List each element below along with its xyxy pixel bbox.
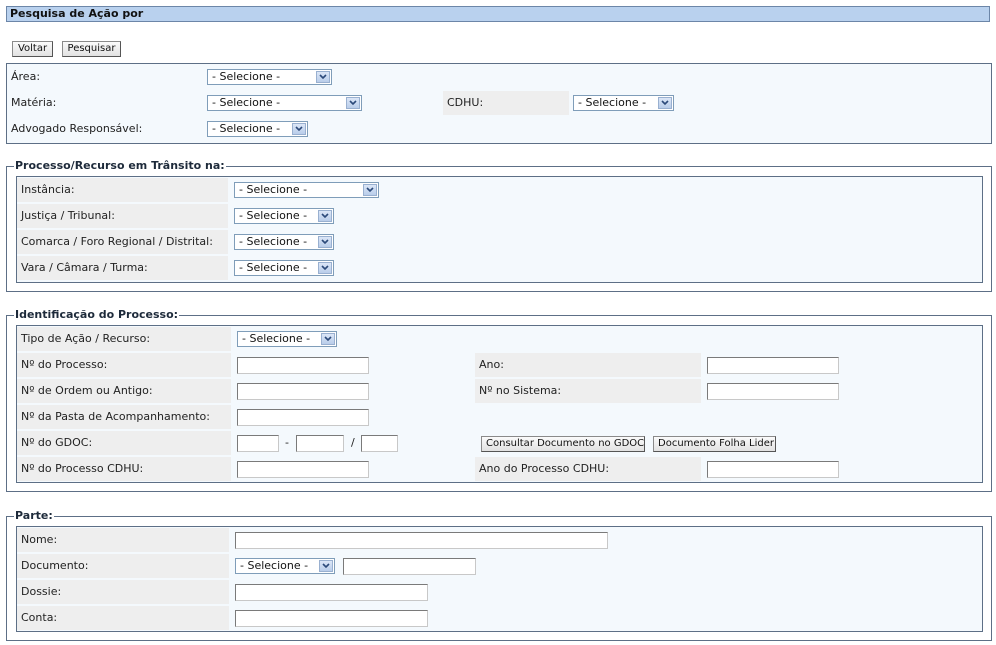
processo-cdhu-label: Nº do Processo CDHU: [17, 457, 231, 481]
main-filter-panel: Área: - Selecione - Matéria: - Selecione… [6, 63, 992, 144]
dossie-label: Dossie: [17, 580, 229, 604]
processo-input[interactable] [237, 357, 369, 374]
comarca-select-value: - Selecione - [239, 235, 308, 248]
sistema-label: Nº no Sistema: [475, 379, 701, 403]
advogado-select[interactable]: - Selecione - [207, 121, 308, 137]
parte-panel: Nome: Documento: - Selecione - Dossie: C… [16, 526, 983, 632]
gdoc-separator-slash: / [351, 436, 355, 449]
materia-select[interactable]: - Selecione - [207, 95, 362, 111]
processo-label: Nº do Processo: [17, 353, 231, 377]
tipo-acao-select[interactable]: - Selecione - [237, 331, 337, 347]
chevron-down-icon [318, 210, 332, 222]
ordem-label: Nº de Ordem ou Antigo: [17, 379, 231, 403]
documento-label: Documento: [17, 554, 229, 578]
justica-label: Justiça / Tribunal: [17, 204, 228, 228]
gdoc-input-1[interactable] [237, 435, 279, 452]
chevron-down-icon [346, 97, 360, 109]
justica-select-value: - Selecione - [239, 209, 308, 222]
area-select[interactable]: - Selecione - [207, 69, 332, 85]
chevron-down-icon [316, 71, 330, 83]
transito-panel: Instância: - Selecione - Justiça / Tribu… [16, 176, 983, 283]
gdoc-separator-dash: - [285, 436, 289, 449]
vara-select-value: - Selecione - [239, 261, 308, 274]
ano-label: Ano: [475, 353, 701, 377]
comarca-select[interactable]: - Selecione - [234, 234, 334, 250]
documento-select[interactable]: - Selecione - [235, 558, 335, 574]
processo-cdhu-input[interactable] [237, 461, 369, 478]
nome-label: Nome: [17, 528, 229, 552]
tipo-acao-select-value: - Selecione - [242, 332, 311, 345]
conta-input[interactable] [235, 610, 428, 627]
documento-select-value: - Selecione - [240, 559, 309, 572]
conta-label: Conta: [17, 606, 229, 630]
documento-folha-lider-button[interactable]: Documento Folha Lider [653, 436, 776, 452]
chevron-down-icon [321, 333, 335, 345]
materia-label: Matéria: [11, 96, 57, 109]
tipo-acao-label: Tipo de Ação / Recurso: [17, 327, 231, 351]
consultar-gdoc-button[interactable]: Consultar Documento no GDOC [481, 436, 645, 452]
cdhu-label: CDHU: [443, 91, 569, 115]
ano-cdhu-label: Ano do Processo CDHU: [475, 457, 701, 481]
chevron-down-icon [318, 236, 332, 248]
gdoc-label: Nº do GDOC: [17, 431, 231, 455]
chevron-down-icon [363, 184, 377, 196]
ordem-input[interactable] [237, 383, 369, 400]
dossie-input[interactable] [235, 584, 428, 601]
advogado-label: Advogado Responsável: [11, 122, 143, 135]
documento-input[interactable] [343, 558, 476, 575]
advogado-select-value: - Selecione - [212, 122, 281, 135]
page-title: Pesquisa de Ação por [6, 6, 990, 22]
area-select-value: - Selecione - [212, 70, 281, 83]
vara-select[interactable]: - Selecione - [234, 260, 334, 276]
transito-legend: Processo/Recurso em Trânsito na: [14, 159, 226, 172]
instancia-select-value: - Selecione - [239, 183, 308, 196]
nome-input[interactable] [235, 532, 608, 549]
gdoc-input-2[interactable] [296, 435, 344, 452]
back-button[interactable]: Voltar [12, 41, 53, 57]
chevron-down-icon [292, 123, 306, 135]
gdoc-input-3[interactable] [361, 435, 398, 452]
instancia-select[interactable]: - Selecione - [234, 182, 379, 198]
identificacao-panel: Tipo de Ação / Recurso: - Selecione - Nº… [16, 325, 983, 483]
pasta-label: Nº da Pasta de Acompanhamento: [17, 405, 231, 429]
materia-select-value: - Selecione - [212, 96, 281, 109]
pasta-input[interactable] [237, 409, 369, 426]
comarca-label: Comarca / Foro Regional / Distrital: [17, 230, 228, 254]
search-button[interactable]: Pesquisar [62, 41, 121, 57]
vara-label: Vara / Câmara / Turma: [17, 256, 228, 280]
chevron-down-icon [319, 560, 333, 572]
ano-cdhu-input[interactable] [707, 461, 839, 478]
identificacao-legend: Identificação do Processo: [14, 308, 180, 321]
sistema-input[interactable] [707, 383, 839, 400]
parte-legend: Parte: [14, 509, 54, 522]
cdhu-select[interactable]: - Selecione - [573, 95, 674, 111]
instancia-label: Instância: [17, 178, 228, 202]
chevron-down-icon [318, 262, 332, 274]
cdhu-select-value: - Selecione - [578, 96, 647, 109]
area-label: Área: [11, 70, 41, 83]
ano-input[interactable] [707, 357, 839, 374]
justica-select[interactable]: - Selecione - [234, 208, 334, 224]
chevron-down-icon [658, 97, 672, 109]
